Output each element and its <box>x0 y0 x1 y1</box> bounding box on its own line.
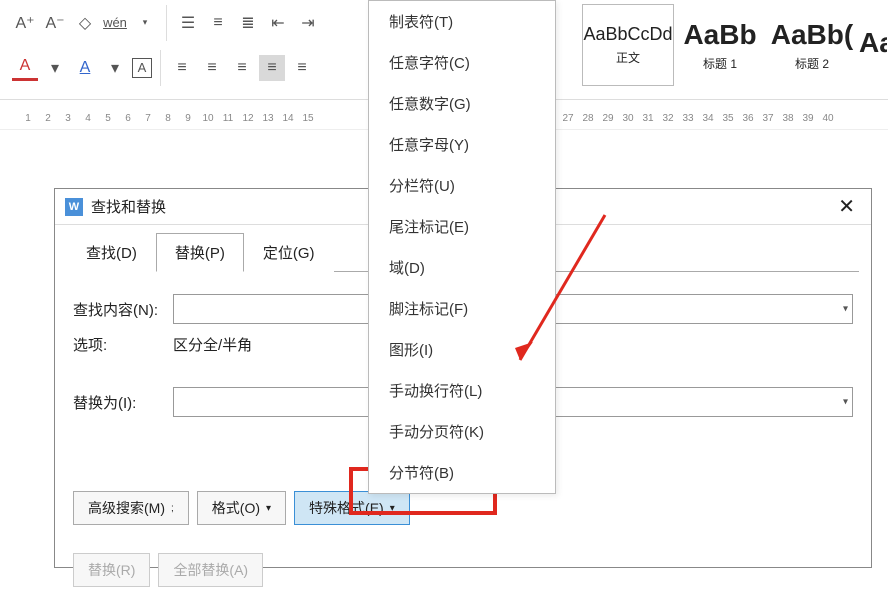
decrease-font-icon[interactable]: A⁻ <box>42 10 68 36</box>
style-label: 正文 <box>583 49 673 66</box>
tab-find[interactable]: 查找(D) <box>67 233 156 272</box>
distribute-icon[interactable]: ≡ <box>289 55 315 81</box>
menu-tab-char[interactable]: 制表符(T) <box>369 1 555 42</box>
app-icon: W <box>65 198 83 216</box>
menu-manual-linebreak[interactable]: 手动换行符(L) <box>369 370 555 411</box>
multilevel-icon[interactable]: ≣ <box>235 10 261 36</box>
style-gallery: AaBbCcDd 正文 AaBb 标题 1 AaBb( 标题 2 Aa <box>582 4 888 86</box>
menu-any-digit[interactable]: 任意数字(G) <box>369 83 555 124</box>
numbering-icon[interactable]: ≡ <box>205 10 231 36</box>
menu-field[interactable]: 域(D) <box>369 247 555 288</box>
menu-section-break[interactable]: 分节符(B) <box>369 452 555 493</box>
indent-left-icon[interactable]: ⇤ <box>265 10 291 36</box>
style-more[interactable]: Aa <box>858 4 888 86</box>
align-justify-icon[interactable]: ≡ <box>259 55 285 81</box>
dropdown-caret-icon[interactable]: ▾ <box>132 10 158 36</box>
find-label: 查找内容(N): <box>73 299 173 320</box>
align-center-icon[interactable]: ≡ <box>199 55 225 81</box>
advanced-search-button[interactable]: 高级搜索(M); <box>73 491 189 525</box>
menu-any-letter[interactable]: 任意字母(Y) <box>369 124 555 165</box>
menu-graphic[interactable]: 图形(I) <box>369 329 555 370</box>
dropdown-icon[interactable]: ▾ <box>102 55 128 81</box>
menu-manual-pagebreak[interactable]: 手动分页符(K) <box>369 411 555 452</box>
chevron-down-icon[interactable]: ▾ <box>843 304 848 315</box>
style-preview: AaBb <box>675 19 765 51</box>
menu-endnote-mark[interactable]: 尾注标记(E) <box>369 206 555 247</box>
options-value: 区分全/半角 <box>173 334 252 355</box>
underline-icon[interactable]: A <box>72 55 98 81</box>
style-heading2[interactable]: AaBb( 标题 2 <box>766 4 858 86</box>
format-button[interactable]: 格式(O)▾ <box>197 491 286 525</box>
increase-font-icon[interactable]: A⁺ <box>12 10 38 36</box>
style-label: 标题 2 <box>767 55 857 72</box>
tab-goto[interactable]: 定位(G) <box>244 233 334 272</box>
replace-label: 替换为(I): <box>73 392 173 413</box>
replace-button[interactable]: 替换(R) <box>73 553 150 587</box>
font-color-icon[interactable]: A <box>12 55 38 81</box>
close-icon[interactable]: ✕ <box>832 194 861 219</box>
highlight-icon[interactable]: ▾ <box>42 55 68 81</box>
chevron-down-icon: ▾ <box>266 503 271 514</box>
chevron-down-icon: ▾ <box>390 503 395 514</box>
bullets-icon[interactable]: ☰ <box>175 10 201 36</box>
menu-footnote-mark[interactable]: 脚注标记(F) <box>369 288 555 329</box>
style-normal[interactable]: AaBbCcDd 正文 <box>582 4 674 86</box>
menu-column-break[interactable]: 分栏符(U) <box>369 165 555 206</box>
phonetic-icon[interactable]: wén <box>102 10 128 36</box>
chevron-down-icon[interactable]: ▾ <box>843 397 848 408</box>
menu-any-char[interactable]: 任意字符(C) <box>369 42 555 83</box>
style-preview: AaBb( <box>767 19 857 51</box>
align-right-icon[interactable]: ≡ <box>229 55 255 81</box>
indent-right-icon[interactable]: ⇥ <box>295 10 321 36</box>
align-left-icon[interactable]: ≡ <box>169 55 195 81</box>
clear-format-icon[interactable]: ◇ <box>72 10 98 36</box>
updown-icon: ; <box>171 503 174 514</box>
style-heading1[interactable]: AaBb 标题 1 <box>674 4 766 86</box>
options-label: 选项: <box>73 334 173 355</box>
special-format-menu: 制表符(T) 任意字符(C) 任意数字(G) 任意字母(Y) 分栏符(U) 尾注… <box>368 0 556 494</box>
tab-replace[interactable]: 替换(P) <box>156 233 244 272</box>
style-label: 标题 1 <box>675 55 765 72</box>
style-preview: Aa <box>859 27 887 59</box>
style-preview: AaBbCcDd <box>583 24 673 45</box>
replace-all-button[interactable]: 全部替换(A) <box>158 553 263 587</box>
special-format-button[interactable]: 特殊格式(E)▾ <box>294 491 410 525</box>
character-border-icon[interactable]: A <box>132 58 152 78</box>
